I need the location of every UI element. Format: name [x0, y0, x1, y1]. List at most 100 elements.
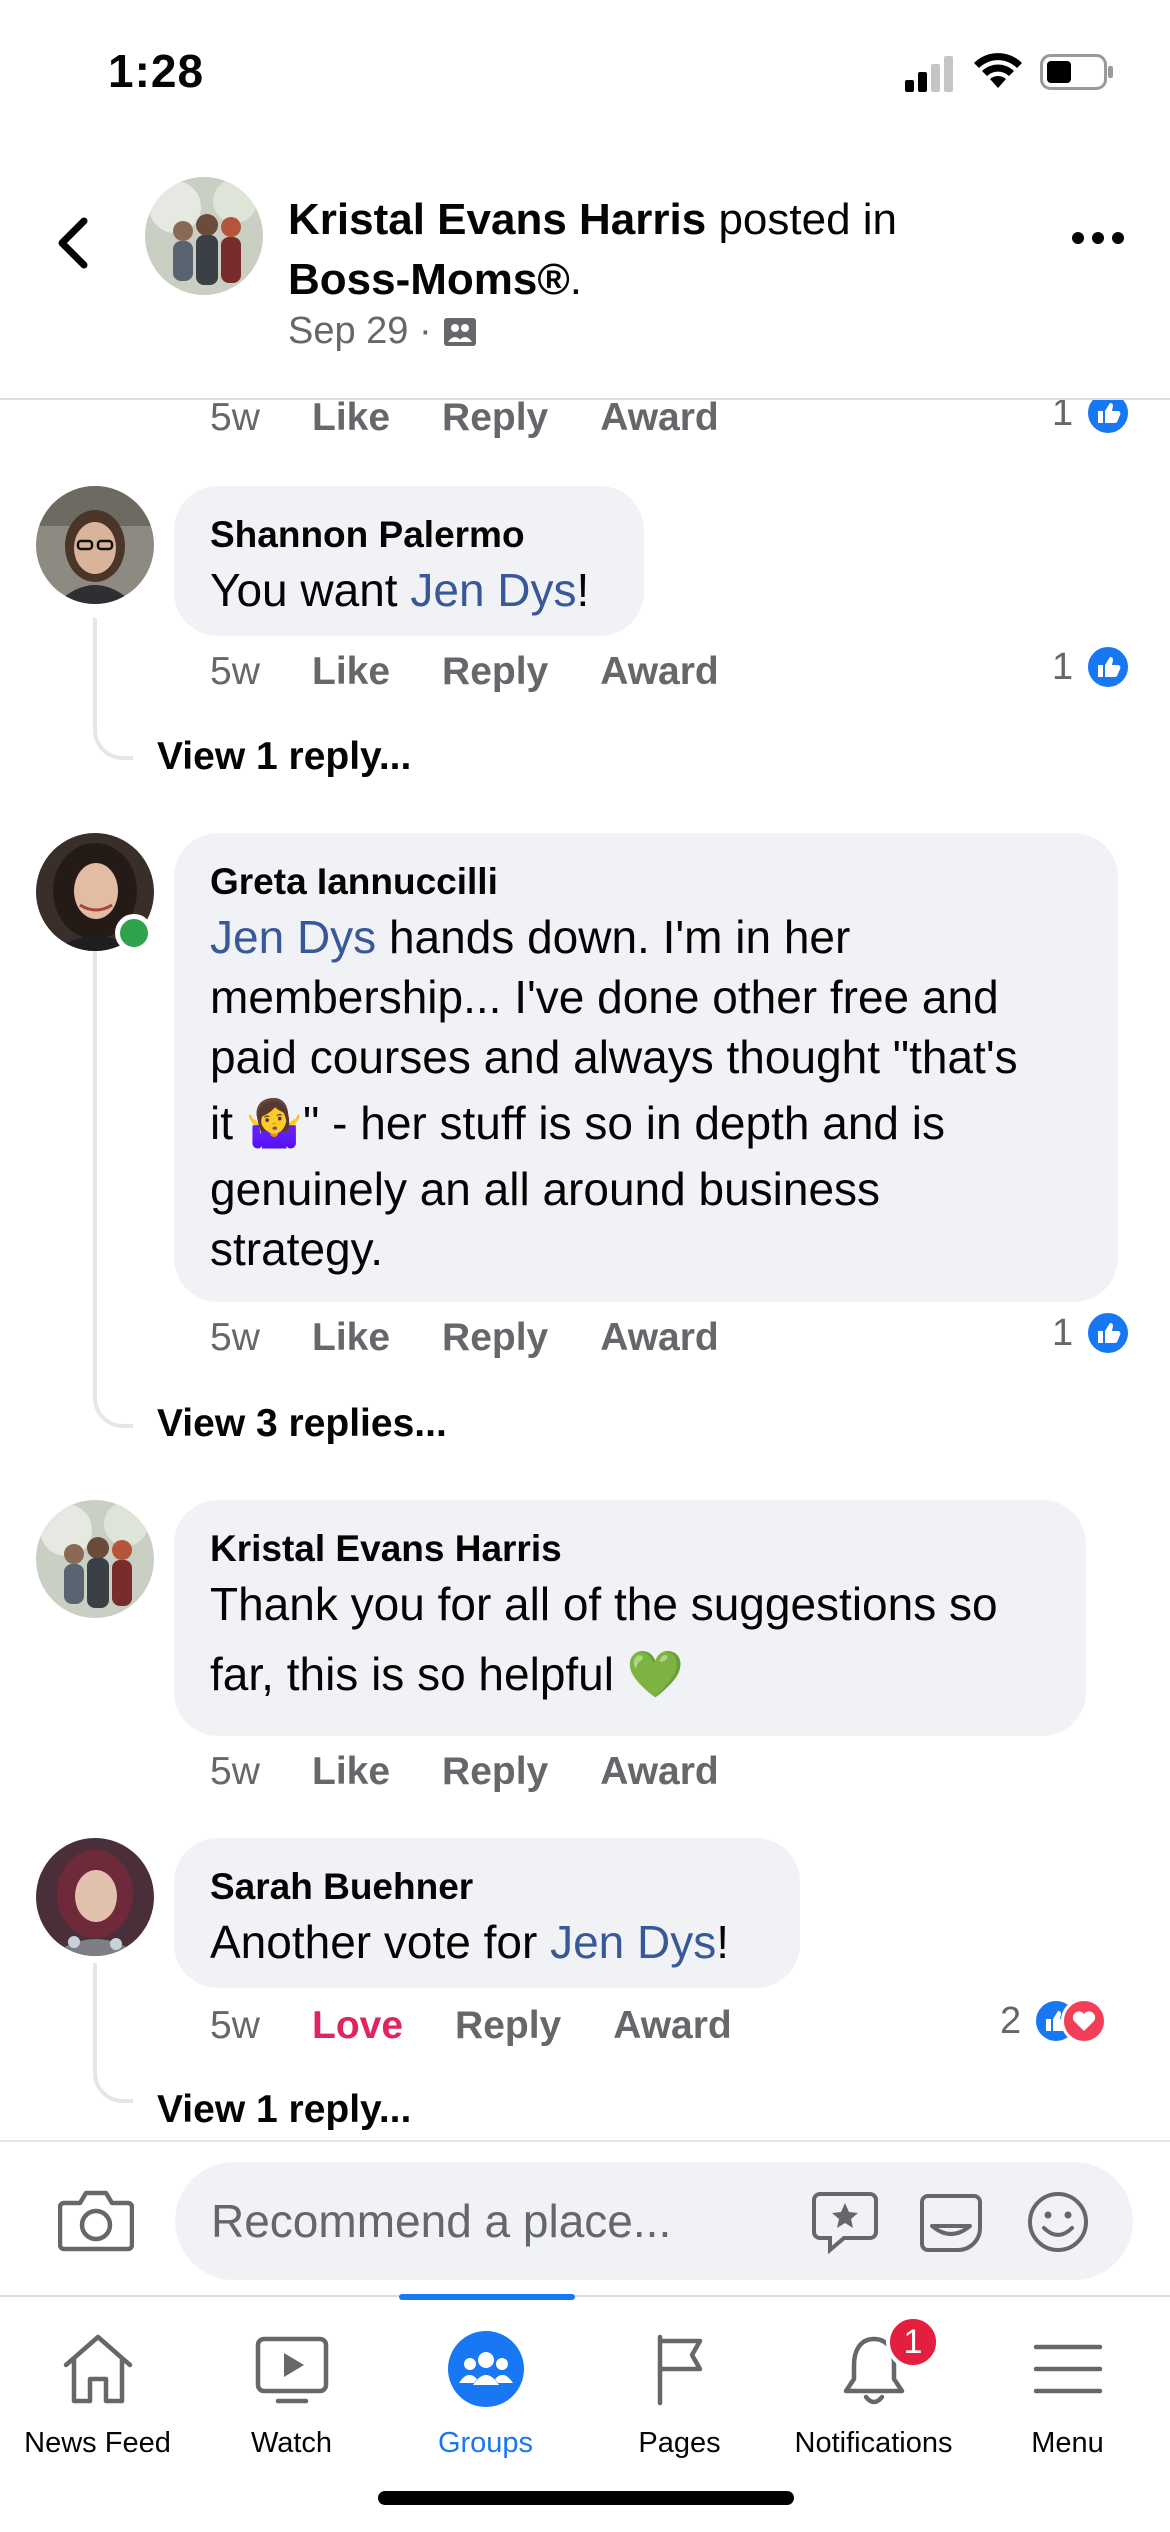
comment-composer: Recommend a place... — [0, 2140, 1170, 2295]
comment-time: 5w — [210, 1316, 260, 1359]
camera-icon[interactable] — [58, 2187, 134, 2253]
commenter-name[interactable]: Shannon Palermo — [210, 510, 608, 560]
comment-bubble[interactable]: Greta Iannuccilli Jen Dys hands down. I'… — [174, 833, 1118, 1302]
wifi-icon — [974, 53, 1022, 88]
post-date: Sep 29 · — [288, 310, 432, 352]
nav-label: Menu — [1031, 2427, 1104, 2459]
view-replies-link[interactable]: View 3 replies... — [157, 1402, 447, 1446]
comments-list[interactable]: 5w Like Reply Award 1 Shannon Palermo Yo… — [0, 400, 1170, 2140]
post-header: Kristal Evans Harris posted in Boss-Moms… — [0, 150, 1170, 400]
mention-link[interactable]: Jen Dys — [550, 1916, 716, 1968]
comment-time: 5w — [210, 650, 260, 693]
cellular-signal-icon — [905, 56, 953, 92]
award-button[interactable]: Award — [600, 400, 719, 440]
view-replies-link[interactable]: View 1 reply... — [157, 2088, 411, 2132]
reaction-count[interactable]: 1 — [1052, 644, 1132, 690]
notification-badge: 1 — [886, 2315, 940, 2369]
nav-label: News Feed — [24, 2427, 171, 2459]
post-author-link[interactable]: Kristal Evans Harris — [288, 195, 706, 244]
reply-button[interactable]: Reply — [442, 1316, 548, 1360]
comment-time: 5w — [210, 2004, 260, 2047]
love-button[interactable]: Love — [312, 2004, 403, 2048]
comment-actions: 5w Like Reply Award — [210, 1316, 771, 1360]
like-button[interactable]: Like — [312, 1750, 390, 1794]
like-button[interactable]: Like — [312, 400, 390, 440]
like-button[interactable]: Like — [312, 650, 390, 694]
commenter-name[interactable]: Greta Iannuccilli — [210, 857, 1082, 907]
award-button[interactable]: Award — [600, 650, 719, 694]
nav-label: Watch — [250, 2427, 333, 2459]
battery-icon — [1040, 54, 1113, 90]
chevron-left-icon — [58, 217, 88, 269]
back-button[interactable] — [48, 208, 98, 278]
like-reaction-icon — [1085, 644, 1132, 690]
award-button[interactable]: Award — [600, 1750, 719, 1794]
comment-actions: 5w Love Reply Award — [210, 2004, 784, 2048]
comment-text: Another vote for Jen Dys! — [210, 1916, 730, 1968]
award-button[interactable]: Award — [600, 1316, 719, 1360]
nav-label: Notifications — [794, 2427, 953, 2459]
love-reaction-icon — [1061, 1998, 1108, 2044]
reply-thread-line — [93, 1963, 133, 2103]
comment-bubble[interactable]: Kristal Evans Harris Thank you for all o… — [174, 1500, 1086, 1736]
reaction-count[interactable]: 1 — [1052, 1310, 1132, 1356]
online-status-dot — [115, 914, 153, 952]
mention-link[interactable]: Jen Dys — [410, 564, 576, 616]
award-button[interactable]: Award — [613, 2004, 732, 2048]
nav-watch[interactable]: Watch — [194, 2297, 389, 2477]
reply-button[interactable]: Reply — [442, 650, 548, 694]
reply-thread-line — [93, 618, 133, 760]
comment-text: Jen Dys hands down. I'm in her membershi… — [210, 911, 1018, 1275]
reaction-count[interactable]: 1 — [1052, 400, 1132, 436]
author-avatar[interactable] — [145, 177, 263, 295]
reply-thread-line — [93, 950, 133, 1428]
sticker-icon[interactable] — [812, 2190, 878, 2254]
posted-in-text: posted in — [706, 195, 898, 244]
commenter-avatar[interactable] — [36, 1500, 154, 1618]
comment-time: 5w — [210, 400, 260, 439]
comment-actions: 5w Like Reply Award — [210, 1750, 771, 1794]
gif-sticker-icon[interactable] — [918, 2190, 984, 2254]
emoji-icon[interactable] — [1025, 2190, 1091, 2254]
commenter-name[interactable]: Sarah Buehner — [210, 1862, 764, 1912]
home-indicator[interactable] — [378, 2491, 794, 2505]
nav-news-feed[interactable]: News Feed — [0, 2297, 195, 2477]
reply-button[interactable]: Reply — [442, 400, 548, 440]
reaction-number: 2 — [1000, 1999, 1022, 2042]
like-reaction-icon — [1085, 1310, 1132, 1356]
nav-groups[interactable]: Groups — [388, 2297, 583, 2477]
flag-icon — [657, 2334, 702, 2406]
commenter-avatar[interactable] — [36, 1838, 154, 1956]
commenter-avatar[interactable] — [36, 486, 154, 604]
reaction-number: 1 — [1052, 400, 1074, 434]
more-options-icon[interactable] — [1070, 220, 1126, 256]
groups-icon — [447, 2331, 524, 2407]
nav-menu[interactable]: Menu — [970, 2297, 1165, 2477]
mention-link[interactable]: Jen Dys — [210, 911, 376, 963]
nav-label: Pages — [638, 2427, 721, 2459]
comment-text: Thank you for all of the suggestions so … — [210, 1578, 998, 1700]
comment-input-placeholder: Recommend a place... — [211, 2195, 672, 2247]
comment-text: You want Jen Dys! — [210, 564, 590, 616]
group-suffix: . — [569, 255, 583, 304]
comment-actions: 5w Like Reply Award — [210, 650, 771, 694]
reply-button[interactable]: Reply — [442, 1750, 548, 1794]
comment-time: 5w — [210, 1750, 260, 1793]
like-reaction-icon — [1085, 400, 1132, 436]
comment-bubble[interactable]: Sarah Buehner Another vote for Jen Dys! — [174, 1838, 800, 1988]
group-link[interactable]: Boss-Moms® — [288, 255, 570, 304]
comment-bubble[interactable]: Shannon Palermo You want Jen Dys! — [174, 486, 644, 636]
view-replies-link[interactable]: View 1 reply... — [157, 735, 411, 779]
post-meta: Sep 29 · — [288, 310, 478, 353]
nav-notifications[interactable]: 1 Notifications — [776, 2297, 971, 2477]
video-play-icon — [255, 2336, 328, 2404]
nav-pages[interactable]: Pages — [582, 2297, 777, 2477]
comment-input[interactable]: Recommend a place... — [175, 2162, 1133, 2280]
commenter-name[interactable]: Kristal Evans Harris — [210, 1524, 1050, 1574]
status-time: 1:28 — [108, 45, 205, 97]
reaction-count[interactable]: 2 — [1000, 1998, 1108, 2044]
home-icon — [63, 2334, 132, 2404]
reaction-number: 1 — [1052, 1311, 1074, 1354]
like-button[interactable]: Like — [312, 1316, 390, 1360]
reply-button[interactable]: Reply — [455, 2004, 561, 2048]
